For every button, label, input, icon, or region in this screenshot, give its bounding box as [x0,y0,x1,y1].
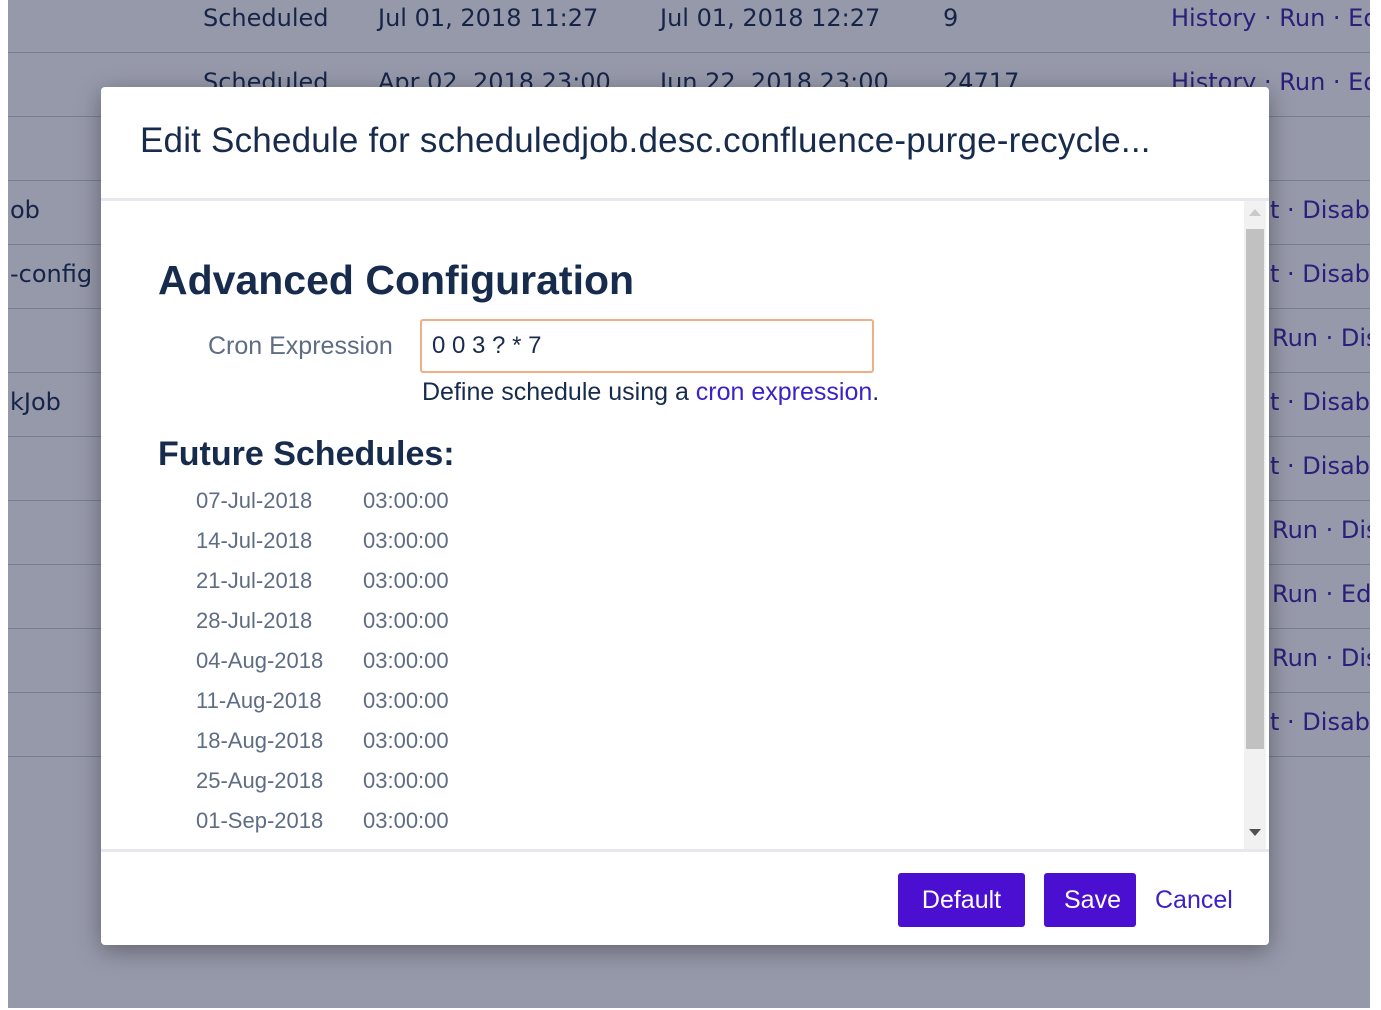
schedule-date: 01-Sep-2018 [196,808,324,833]
schedule-time: 03:00:00 [363,728,449,753]
dialog-title: Edit Schedule for scheduledjob.desc.conf… [140,121,1151,160]
scroll-up-arrow-icon[interactable] [1249,209,1261,216]
schedule-date: 28-Jul-2018 [196,608,313,633]
schedule-time: 03:00:00 [363,768,449,793]
scroll-down-arrow-icon[interactable] [1249,829,1261,836]
schedule-time: 03:00:00 [363,688,449,713]
help-prefix: Define schedule using a [422,378,696,406]
schedule-time: 03:00:00 [363,488,449,513]
schedule-date: 18-Aug-2018 [196,728,324,753]
schedule-date: 21-Jul-2018 [196,568,313,593]
advanced-configuration-heading: Advanced Configuration [158,257,635,303]
scrollbar-thumb[interactable] [1246,229,1264,749]
cron-expression-label: Cron Expression [208,332,393,360]
schedule-time: 03:00:00 [363,808,449,833]
default-button[interactable]: Default [898,873,1025,927]
edit-schedule-dialog: Edit Schedule for scheduledjob.desc.conf… [101,87,1269,945]
schedule-time: 03:00:00 [363,528,449,553]
schedule-date: 25-Aug-2018 [196,768,324,793]
schedule-time: 03:00:00 [363,608,449,633]
schedule-time: 03:00:00 [363,568,449,593]
dialog-header: Edit Schedule for scheduledjob.desc.conf… [101,87,1269,201]
schedule-date: 11-Aug-2018 [196,688,322,713]
cron-help-text: Define schedule using a cron expression. [422,378,879,407]
schedule-date: 07-Jul-2018 [196,488,313,513]
schedule-date: 04-Aug-2018 [196,648,324,673]
future-schedules-heading: Future Schedules: [158,435,455,473]
dialog-footer: Default Save Cancel [101,849,1269,948]
dialog-body[interactable]: Advanced Configuration Cron Expression D… [101,201,1269,849]
cron-expression-input[interactable] [420,319,874,373]
schedule-date: 14-Jul-2018 [196,528,313,553]
cancel-button[interactable]: Cancel [1155,886,1233,915]
cron-expression-link[interactable]: cron expression [696,378,872,406]
schedule-time: 03:00:00 [363,648,449,673]
help-suffix: . [872,378,880,406]
dialog-scrollbar[interactable] [1244,201,1266,849]
save-button[interactable]: Save [1044,873,1136,927]
